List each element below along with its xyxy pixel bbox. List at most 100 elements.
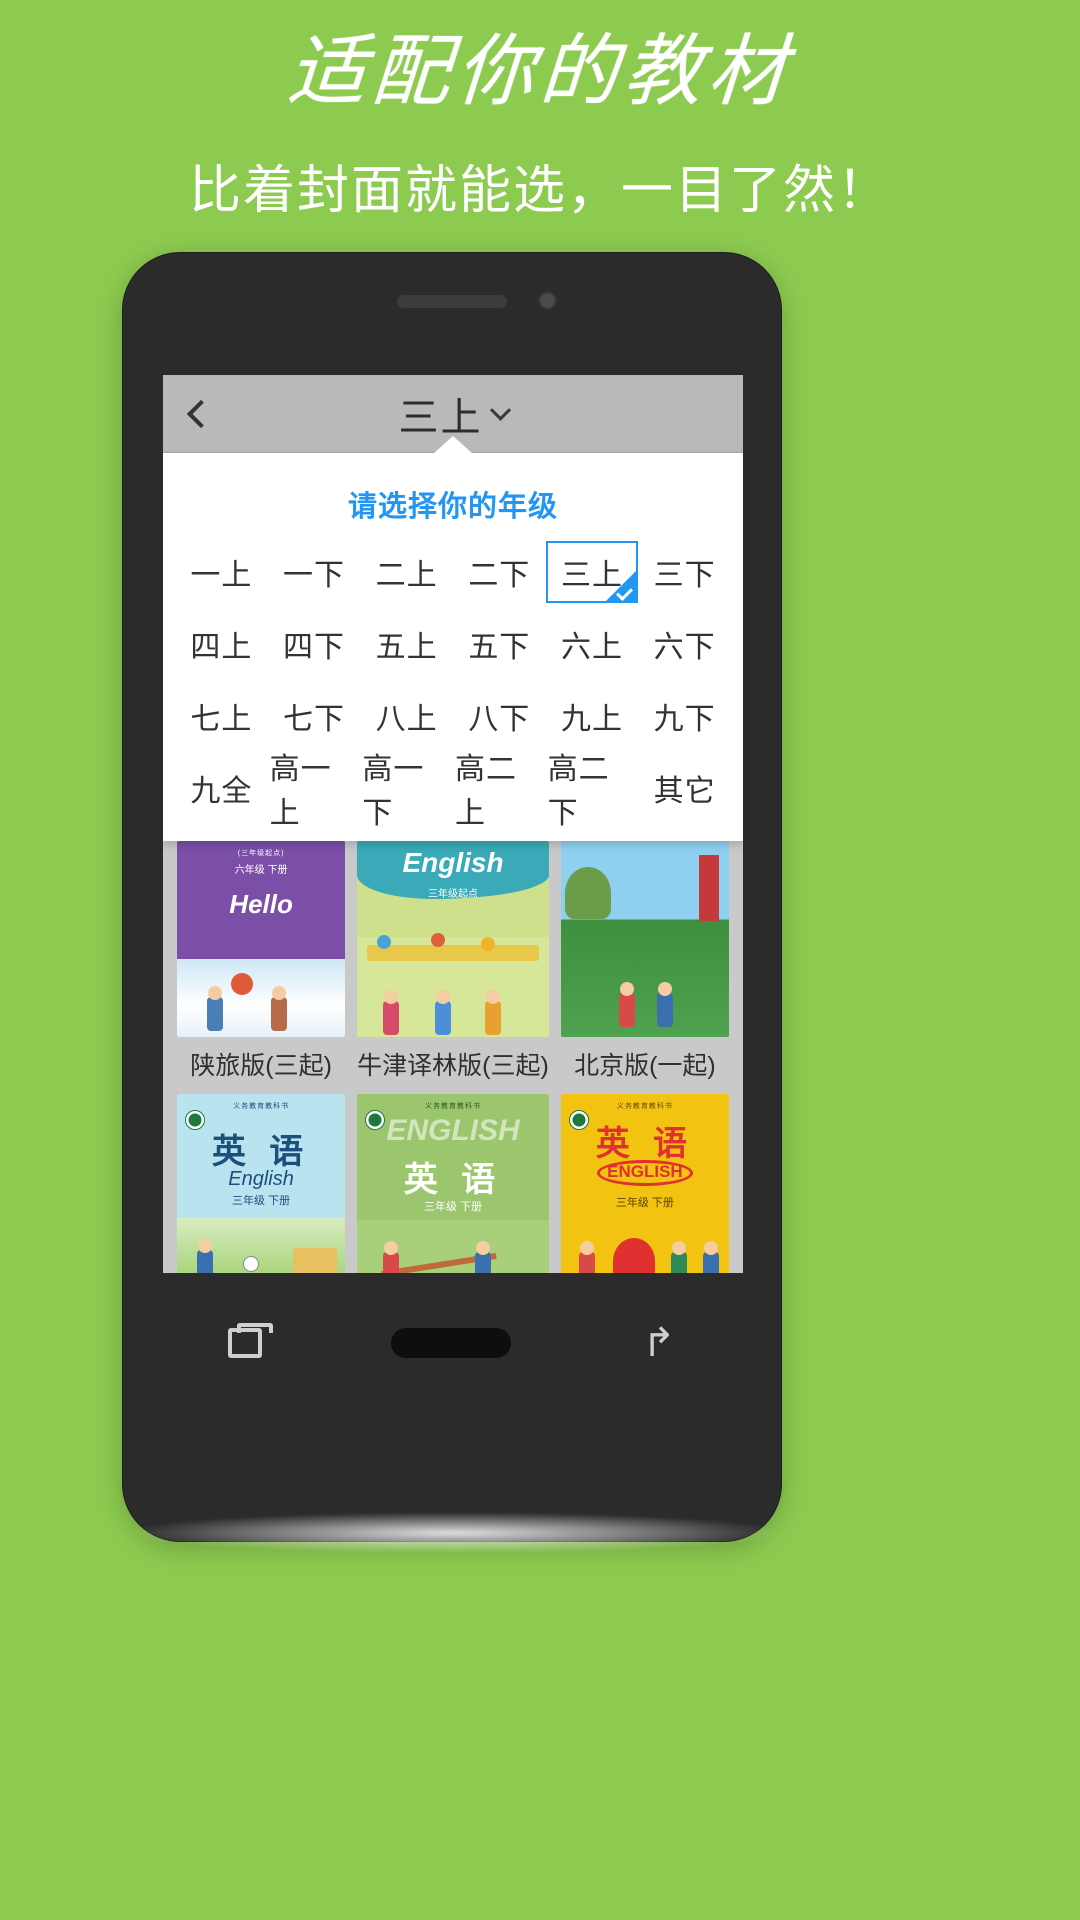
grade-cell[interactable]: 八下 <box>453 685 546 747</box>
grade-label: 四上 <box>190 631 253 664</box>
phone-screen: 三上 请选择你的年级 一上 一下 二上 二下 三上 三下 四上 四下 五上 五下… <box>163 375 743 1273</box>
cover-brand: 义务教育教科书 <box>616 1103 673 1110</box>
grade-grid: 一上 一下 二上 二下 三上 三下 四上 四下 五上 五下 六上 六下 七上 七… <box>163 541 743 830</box>
dropdown-caret <box>433 436 473 454</box>
grade-cell[interactable]: 四上 <box>175 613 268 675</box>
grade-cell[interactable]: 六上 <box>546 613 639 675</box>
grade-cell[interactable]: 五上 <box>360 613 453 675</box>
grade-label: 八下 <box>468 703 531 736</box>
grade-label: 八上 <box>375 703 438 736</box>
grade-label: 一下 <box>282 559 345 592</box>
grade-label: 二下 <box>468 559 531 592</box>
grade-label: 六下 <box>653 631 716 664</box>
grade-cell[interactable]: 一下 <box>268 541 361 603</box>
book-cover <box>560 841 729 1037</box>
earpiece-speaker <box>397 295 507 308</box>
grade-cell[interactable]: 高二下 <box>546 753 639 830</box>
textbook-row: (三年级起点) 六年级 下册 Hello 陕旅版(三起) English 三年级… <box>177 841 729 1082</box>
textbook-label: 陕旅版(三起) <box>190 1052 332 1080</box>
cover-title-en: ENGLISH <box>607 1162 683 1181</box>
back-button[interactable] <box>163 375 233 453</box>
cover-grade-line: 三年级 下册 <box>232 1195 291 1207</box>
home-pill-icon[interactable] <box>390 1328 511 1358</box>
grade-label: 七上 <box>190 703 253 736</box>
grade-label: 六上 <box>560 631 623 664</box>
chevron-left-icon <box>186 399 216 428</box>
textbook-item[interactable]: 义务教育教科书 英 语 English 三年级 下册 陕旅版(三起) <box>177 1094 346 1273</box>
grade-cell[interactable]: 九全 <box>175 757 268 819</box>
cover-art <box>177 959 346 1037</box>
cover-title-en: ENGLISH <box>386 1114 520 1147</box>
grade-label: 其它 <box>653 775 716 808</box>
grade-cell[interactable]: 一上 <box>175 541 268 603</box>
grade-label: 五上 <box>375 631 438 664</box>
grade-cell[interactable]: 六下 <box>638 613 731 675</box>
cover-title-en: English <box>402 847 504 878</box>
book-cover: 义务教育教科书 英 语 ENGLISH 三年级 下册 <box>560 1094 729 1273</box>
grade-cell[interactable]: 五下 <box>453 613 546 675</box>
textbook-label: 牛津译林版(三起) <box>357 1052 549 1080</box>
cover-brand: 义务教育教科书 <box>425 1103 481 1110</box>
cover-title-en: English <box>228 1168 294 1190</box>
cover-grade-line: 三年级 下册 <box>423 1201 483 1213</box>
chevron-down-icon <box>489 399 511 421</box>
grade-label: 三下 <box>653 559 716 592</box>
back-arrow-icon[interactable] <box>640 1328 678 1358</box>
grade-cell[interactable]: 三下 <box>638 541 731 603</box>
textbook-item[interactable]: 北京版(一起) <box>560 841 729 1082</box>
textbook-item[interactable]: 义务教育教科书 英 语 ENGLISH 三年级 下册 北京版(一起) <box>560 1094 729 1273</box>
grade-label: 高一上 <box>269 753 332 830</box>
page-subtitle: 比着封面就能选，一目了然！ <box>188 161 891 220</box>
page-title: 适配你的教材 <box>284 27 796 117</box>
grade-label: 九全 <box>190 775 253 808</box>
grade-cell[interactable]: 九上 <box>546 685 639 747</box>
book-cover: 义务教育教科书 ENGLISH 英 语 三年级 下册 <box>357 1094 549 1273</box>
device-nav-bar <box>163 1283 743 1403</box>
poster-header: 适配你的教材 比着封面就能选，一目了然！ <box>0 0 1080 223</box>
grade-cell[interactable]: 七上 <box>175 685 268 747</box>
book-cover: English 三年级起点 <box>357 841 549 1037</box>
cover-title-cn: 英 语 <box>403 1161 503 1199</box>
grade-cell[interactable]: 七下 <box>268 685 361 747</box>
grade-cell[interactable]: 四下 <box>268 613 361 675</box>
grade-label: 九上 <box>560 703 623 736</box>
cover-art <box>357 1220 549 1273</box>
cover-art <box>560 1216 729 1273</box>
phone-base-glow <box>120 1512 788 1554</box>
grade-label: 高一下 <box>362 753 425 830</box>
grade-dropdown-panel: 请选择你的年级 一上 一下 二上 二下 三上 三下 四上 四下 五上 五下 六上… <box>163 436 743 841</box>
grade-label: 二上 <box>375 559 438 592</box>
textbook-item[interactable]: (三年级起点) 六年级 下册 Hello 陕旅版(三起) <box>177 841 346 1082</box>
cover-art <box>177 1218 346 1273</box>
front-camera <box>538 291 557 310</box>
grade-cell[interactable]: 其它 <box>638 757 731 819</box>
cover-brand: 义务教育教科书 <box>233 1103 290 1110</box>
cover-grade-line: 三年级 下册 <box>615 1197 674 1209</box>
grade-cell[interactable]: 九下 <box>638 685 731 747</box>
grade-cell[interactable]: 二下 <box>453 541 546 603</box>
current-grade-title: 三上 <box>398 396 483 440</box>
book-cover: 义务教育教科书 英 语 English 三年级 下册 <box>177 1094 346 1273</box>
grade-cell[interactable]: 八上 <box>360 685 453 747</box>
grade-label: 七下 <box>282 703 345 736</box>
grade-label: 五下 <box>468 631 531 664</box>
grade-cell[interactable]: 二上 <box>360 541 453 603</box>
cover-title-en: Hello <box>229 889 293 919</box>
recents-icon[interactable] <box>227 1323 273 1358</box>
grade-cell[interactable]: 高一上 <box>268 753 361 830</box>
cover-brand: (三年级起点) <box>237 850 285 857</box>
textbook-item[interactable]: English 三年级起点 牛津译林版(三起) <box>357 841 549 1082</box>
book-cover: (三年级起点) 六年级 下册 Hello <box>177 841 346 1037</box>
cover-grade-line: 六年级 下册 <box>234 865 288 876</box>
textbook-row: 义务教育教科书 英 语 English 三年级 下册 陕旅版(三起) <box>177 1094 729 1273</box>
textbook-item[interactable]: 义务教育教科书 ENGLISH 英 语 三年级 下册 牛津译林版(三起) <box>357 1094 549 1273</box>
grade-label: 高二上 <box>454 753 517 830</box>
grade-cell[interactable]: 高一下 <box>360 753 453 830</box>
grade-label: 四下 <box>282 631 345 664</box>
grade-label: 高二下 <box>547 753 610 830</box>
phone-mockup: 三上 请选择你的年级 一上 一下 二上 二下 三上 三下 四上 四下 五上 五下… <box>122 252 782 1542</box>
grade-cell[interactable]: 高二上 <box>453 753 546 830</box>
cover-title-cn: 英 语 <box>595 1125 695 1163</box>
grade-cell-selected[interactable]: 三上 <box>545 541 639 603</box>
grade-label: 九下 <box>653 703 716 736</box>
